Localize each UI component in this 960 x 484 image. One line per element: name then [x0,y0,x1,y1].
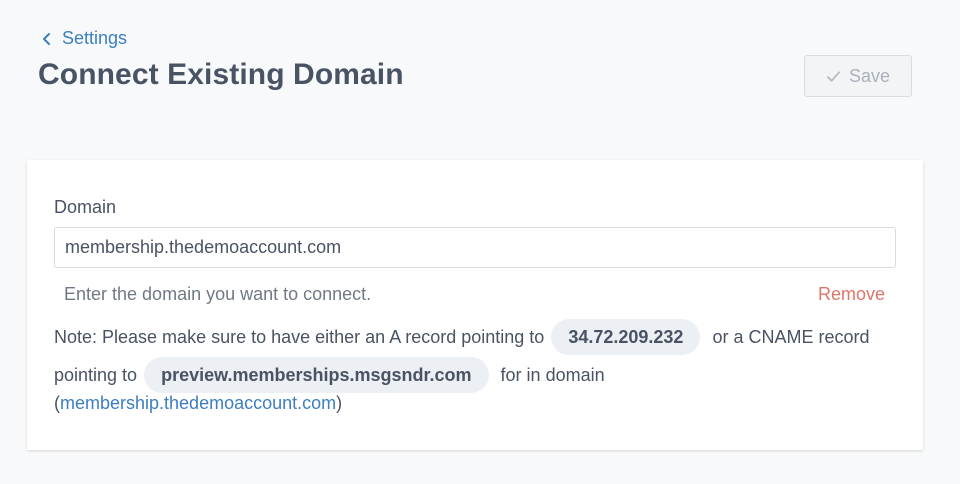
page-title: Connect Existing Domain [38,58,404,91]
domain-card: Domain Enter the domain you want to conn… [27,160,923,450]
note-text-1: Note: Please make sure to have either an… [54,327,545,347]
domain-help-text: Enter the domain you want to connect. [64,284,372,304]
remove-button[interactable]: Remove [818,284,885,305]
save-button[interactable]: Save [804,55,912,97]
breadcrumb-label: Settings [62,28,128,48]
save-button-label: Save [848,65,891,86]
check-icon [827,70,840,82]
cname-chip: preview.memberships.msgsndr.com [144,357,489,393]
a-record-chip: 34.72.209.232 [551,319,701,355]
domain-input[interactable] [54,227,896,268]
dns-note: Note: Please make sure to have either an… [54,318,904,415]
chevron-left-icon [43,32,50,45]
note-close-paren: ) [336,393,343,413]
breadcrumb-settings-link[interactable]: Settings [40,28,127,49]
note-text-3: for in domain [500,365,605,385]
note-domain-line: (membership.thedemoaccount.com) [54,391,904,415]
note-domain-link[interactable]: membership.thedemoaccount.com [60,393,336,413]
domain-label: Domain [54,197,117,217]
page: Settings Connect Existing Domain Save Do… [0,0,960,484]
